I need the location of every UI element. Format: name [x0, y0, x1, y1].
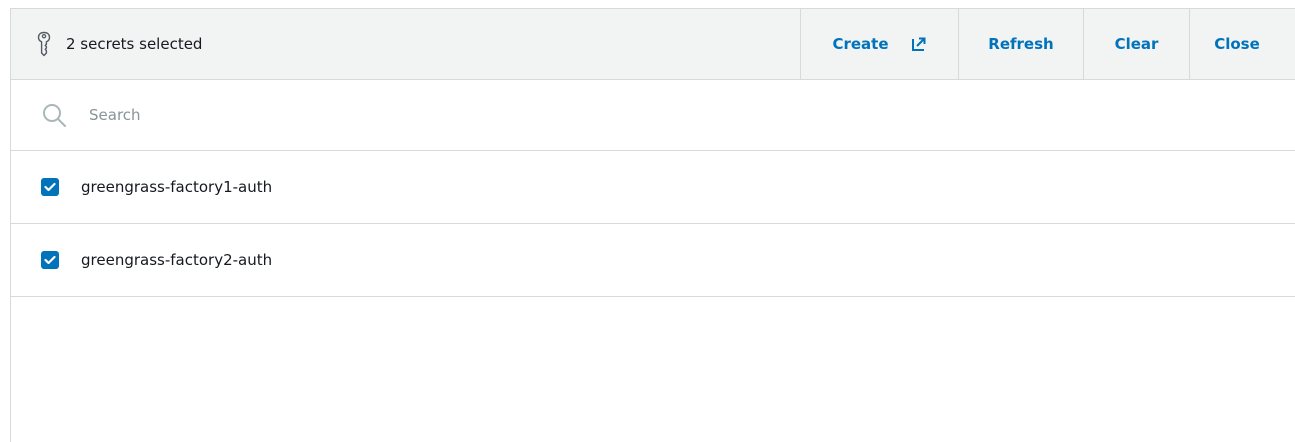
- create-label: Create: [832, 35, 889, 53]
- clear-label: Clear: [1114, 35, 1159, 53]
- item-checkbox[interactable]: [41, 178, 59, 196]
- list-item[interactable]: greengrass-factory2-auth: [11, 224, 1295, 297]
- secrets-panel: 2 secrets selected Create Refresh Clear …: [10, 8, 1295, 442]
- list-item[interactable]: greengrass-factory1-auth: [11, 151, 1295, 224]
- header-actions: Create Refresh Clear Close: [800, 9, 1284, 79]
- refresh-label: Refresh: [988, 35, 1054, 53]
- checkmark-icon: [44, 182, 56, 192]
- item-checkbox[interactable]: [41, 251, 59, 269]
- key-icon: [37, 31, 51, 57]
- selected-count-text: 2 secrets selected: [66, 35, 203, 53]
- close-button[interactable]: Close: [1189, 9, 1284, 79]
- create-button[interactable]: Create: [800, 9, 958, 79]
- refresh-button[interactable]: Refresh: [958, 9, 1083, 79]
- selection-summary: 2 secrets selected: [37, 9, 202, 79]
- search-icon: [43, 104, 66, 127]
- panel-header: 2 secrets selected Create Refresh Clear …: [11, 9, 1295, 80]
- clear-button[interactable]: Clear: [1083, 9, 1189, 79]
- external-link-icon: [911, 37, 926, 51]
- item-label: greengrass-factory1-auth: [81, 178, 273, 196]
- search-row: [11, 80, 1295, 151]
- checkmark-icon: [44, 255, 56, 265]
- close-label: Close: [1214, 35, 1260, 53]
- item-label: greengrass-factory2-auth: [81, 251, 273, 269]
- search-input[interactable]: [87, 99, 991, 131]
